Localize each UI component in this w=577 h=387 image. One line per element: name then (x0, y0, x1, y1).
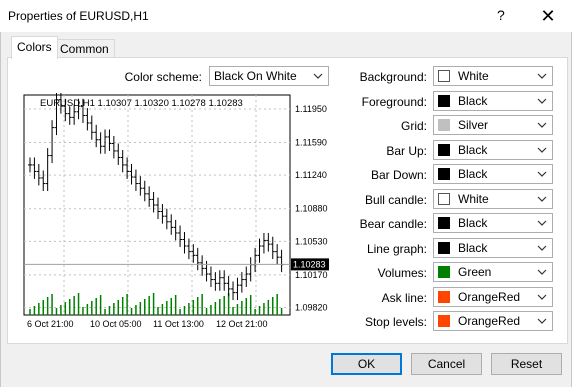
chevron-down-icon (537, 318, 547, 324)
color-swatch (438, 217, 450, 229)
price-tick-label: 1.10530 (295, 236, 328, 246)
color-swatch (438, 291, 450, 303)
time-tick-label: 10 Oct 05:00 (90, 319, 142, 329)
chevron-down-icon (313, 73, 323, 79)
color-swatch (438, 168, 450, 180)
stop-levels-select[interactable]: OrangeRed (433, 311, 553, 331)
chevron-down-icon (537, 245, 547, 251)
time-tick-label: 12 Oct 21:00 (216, 319, 268, 329)
chart-header: EURUSD,H1 1.10307 1.10320 1.10278 1.1028… (40, 98, 243, 109)
ask-line-label: Ask line: (381, 291, 427, 305)
stop-levels-label: Stop levels: (364, 315, 427, 329)
stop-levels-value: OrangeRed (458, 314, 521, 328)
help-button[interactable]: ? (497, 7, 505, 23)
price-tick-label: 1.11590 (295, 138, 327, 148)
chevron-down-icon (537, 73, 547, 79)
background-select[interactable]: White (433, 66, 553, 86)
ok-button[interactable]: OK (331, 353, 402, 375)
window-title: Properties of EURUSD,H1 (8, 9, 149, 23)
foreground-label: Foreground: (361, 95, 427, 109)
chevron-down-icon (537, 196, 547, 202)
bar-up-value: Black (458, 143, 488, 157)
reset-button[interactable]: Reset (491, 353, 562, 375)
chevron-down-icon (537, 171, 547, 177)
close-button[interactable]: ✕ (536, 4, 560, 28)
bull-candle-value: White (458, 192, 489, 206)
cancel-button[interactable]: Cancel (411, 353, 482, 375)
window-edge-right (571, 32, 577, 387)
price-tick-label: 1.11240 (295, 170, 327, 180)
tab-colors[interactable]: Colors (11, 36, 58, 59)
background-value: White (458, 69, 489, 83)
bar-down-select[interactable]: Black (433, 164, 553, 184)
chart-preview: EURUSD,H1 1.10307 1.10320 1.10278 1.1028… (22, 93, 331, 333)
grid-label: Grid: (400, 119, 427, 133)
chevron-down-icon (537, 98, 547, 104)
color-scheme-select[interactable]: Black On White (209, 66, 329, 86)
tab-common[interactable]: Common (54, 39, 115, 59)
ask-line-value: OrangeRed (458, 290, 521, 304)
window-edge-left (0, 32, 1, 387)
line-graph-label: Line graph: (366, 242, 427, 256)
bull-candle-select[interactable]: White (433, 189, 553, 209)
grid-value: Silver (458, 118, 489, 132)
price-tick-label: 1.11950 (295, 104, 327, 114)
current-price-label: 1.10283 (293, 259, 326, 269)
color-swatch (438, 242, 450, 254)
line-graph-value: Black (458, 241, 488, 255)
color-scheme-value: Black On White (214, 69, 297, 83)
color-swatch (438, 144, 450, 156)
color-swatch (438, 119, 450, 131)
color-swatch (438, 193, 450, 205)
color-swatch (438, 95, 450, 107)
color-swatch (438, 315, 450, 327)
bear-candle-label: Bear candle: (359, 217, 427, 231)
grid-select[interactable]: Silver (433, 115, 553, 135)
price-tick-label: 1.09820 (295, 303, 328, 313)
bar-up-label: Bar Up: (386, 144, 427, 158)
properties-dialog: Properties of EURUSD,H1 ? ✕ Colors Commo… (0, 0, 577, 387)
line-graph-select[interactable]: Black (433, 238, 553, 258)
chevron-down-icon (537, 294, 547, 300)
chevron-down-icon (537, 269, 547, 275)
bar-up-select[interactable]: Black (433, 140, 553, 160)
price-tick-label: 1.10170 (295, 270, 328, 280)
color-swatch (438, 266, 450, 278)
chevron-down-icon (537, 122, 547, 128)
volumes-label: Volumes: (377, 266, 427, 280)
chevron-down-icon (537, 220, 547, 226)
time-tick-label: 6 Oct 21:00 (27, 319, 74, 329)
ask-line-select[interactable]: OrangeRed (433, 287, 553, 307)
price-tick-label: 1.10880 (295, 204, 328, 214)
foreground-value: Black (458, 94, 488, 108)
chevron-down-icon (537, 147, 547, 153)
title-bar: Properties of EURUSD,H1 ? ✕ (0, 0, 577, 32)
bar-down-value: Black (458, 167, 488, 181)
color-swatch (438, 70, 450, 82)
bear-candle-select[interactable]: Black (433, 213, 553, 233)
foreground-select[interactable]: Black (433, 91, 553, 111)
time-tick-label: 11 Oct 13:00 (153, 319, 204, 329)
bear-candle-value: Black (458, 216, 488, 230)
volumes-value: Green (458, 265, 492, 279)
volumes-select[interactable]: Green (433, 262, 553, 282)
background-label: Background: (359, 70, 427, 84)
bar-down-label: Bar Down: (370, 168, 427, 182)
color-scheme-label: Color scheme: (124, 70, 202, 84)
bull-candle-label: Bull candle: (364, 193, 427, 207)
